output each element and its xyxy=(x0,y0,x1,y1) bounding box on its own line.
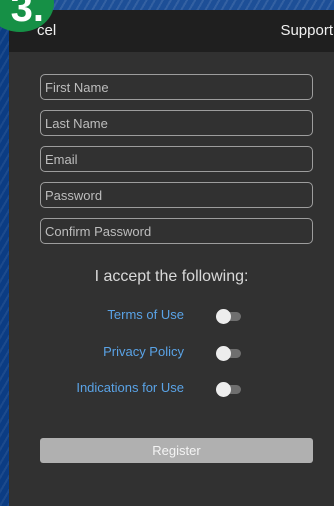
agreement-row-privacy: Privacy Policy xyxy=(9,344,334,364)
last-name-field[interactable] xyxy=(40,110,313,136)
agreement-row-indications: Indications for Use xyxy=(9,380,334,400)
privacy-policy-toggle[interactable] xyxy=(216,345,242,361)
app-screen: cel Support I accept the following: Term… xyxy=(9,10,334,506)
toggle-thumb xyxy=(216,346,231,361)
terms-of-use-link[interactable]: Terms of Use xyxy=(107,307,184,322)
first-name-field[interactable] xyxy=(40,74,313,100)
toggle-thumb xyxy=(216,309,231,324)
toggle-thumb xyxy=(216,382,231,397)
step-number-label: 3. xyxy=(10,0,44,30)
email-field[interactable] xyxy=(40,146,313,172)
register-button[interactable]: Register xyxy=(40,438,313,463)
indications-for-use-link[interactable]: Indications for Use xyxy=(76,380,184,395)
agreement-row-terms: Terms of Use xyxy=(9,307,334,327)
privacy-policy-link[interactable]: Privacy Policy xyxy=(103,344,184,359)
top-navigation-bar: cel Support xyxy=(9,10,334,52)
terms-of-use-toggle[interactable] xyxy=(216,308,242,324)
confirm-password-field[interactable] xyxy=(40,218,313,244)
agreements-heading: I accept the following: xyxy=(94,268,249,285)
password-field[interactable] xyxy=(40,182,313,208)
support-button[interactable]: Support xyxy=(280,22,333,39)
indications-for-use-toggle[interactable] xyxy=(216,381,242,397)
